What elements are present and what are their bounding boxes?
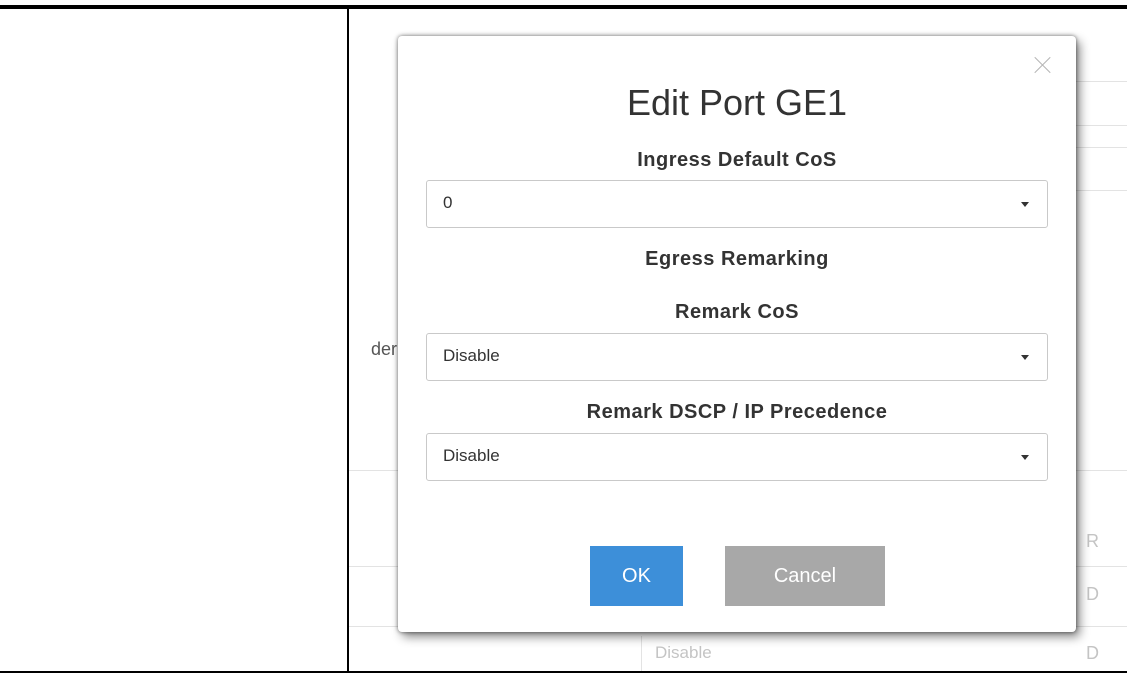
bg-row-line bbox=[1076, 190, 1127, 191]
bg-row-line bbox=[1076, 81, 1127, 82]
bg-cell-value: Disable bbox=[655, 643, 712, 662]
caret-down-icon bbox=[1021, 455, 1029, 460]
remark-cos-select[interactable]: Disable bbox=[426, 333, 1048, 381]
bg-row-line bbox=[1076, 470, 1127, 471]
egress-remarking-heading: Egress Remarking bbox=[645, 248, 829, 270]
bg-row-line bbox=[349, 470, 398, 471]
bg-cell-fragment: D bbox=[1086, 584, 1099, 604]
remark-cos-label: Remark CoS bbox=[675, 301, 799, 323]
bg-column-header: R bbox=[1086, 531, 1099, 551]
remark-dscp-value: Disable bbox=[443, 446, 500, 465]
bg-cell-fragment: D bbox=[1086, 643, 1099, 663]
remark-dscp-select[interactable]: Disable bbox=[426, 433, 1048, 481]
cancel-button[interactable]: Cancel bbox=[725, 546, 885, 606]
bg-row-line bbox=[1076, 147, 1127, 148]
ingress-cos-select[interactable]: 0 bbox=[426, 180, 1048, 228]
bottom-rule bbox=[0, 671, 1127, 673]
ok-button[interactable]: OK bbox=[590, 546, 683, 606]
bg-partial-label: der bbox=[371, 339, 398, 359]
remark-cos-value: Disable bbox=[443, 346, 500, 365]
dialog-title: Edit Port GE1 bbox=[626, 82, 848, 123]
caret-down-icon bbox=[1021, 355, 1029, 360]
edit-port-dialog: Edit Port GE1 Ingress Default CoS 0 Egre… bbox=[398, 36, 1076, 632]
close-icon[interactable] bbox=[1034, 56, 1052, 74]
remark-dscp-label: Remark DSCP / IP Precedence bbox=[586, 401, 888, 423]
bg-row-line bbox=[1076, 125, 1127, 126]
top-rule bbox=[0, 5, 1127, 9]
ingress-cos-value: 0 bbox=[443, 193, 453, 212]
caret-down-icon bbox=[1021, 202, 1029, 207]
bg-cell-divider bbox=[641, 636, 642, 671]
bg-row-line bbox=[349, 566, 398, 567]
column-divider bbox=[347, 9, 349, 671]
ingress-cos-label: Ingress Default CoS bbox=[637, 149, 837, 171]
bg-row-line bbox=[1076, 566, 1127, 567]
